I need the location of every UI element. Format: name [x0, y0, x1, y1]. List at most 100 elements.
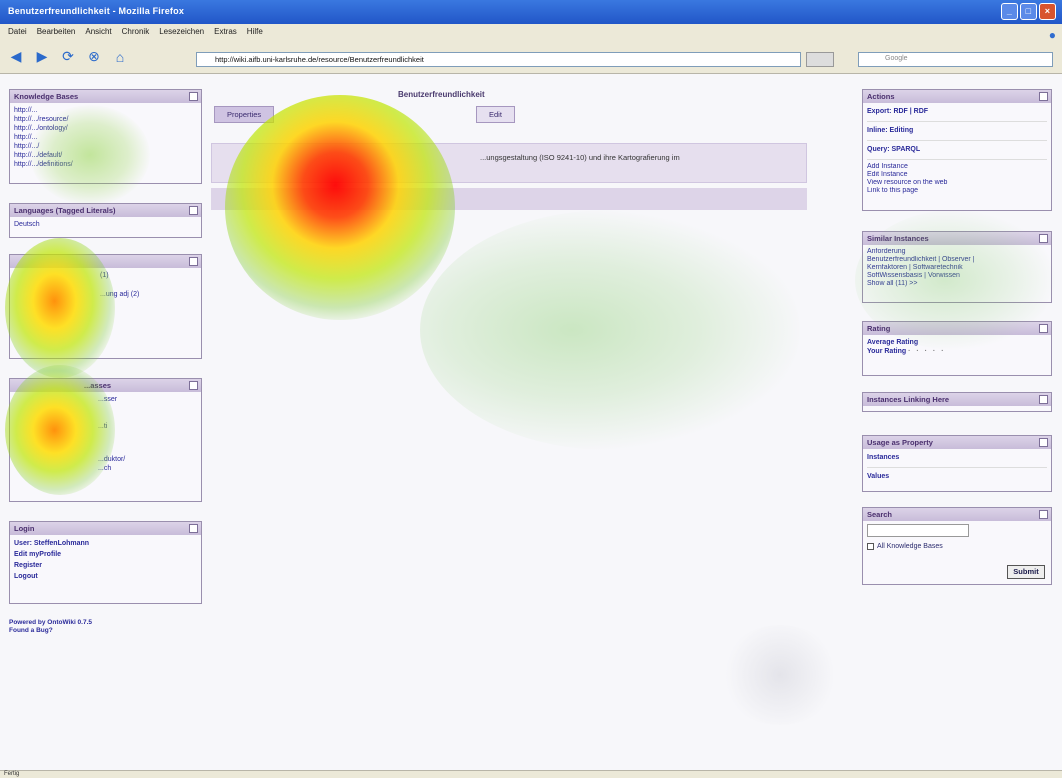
box-title: Actions	[867, 92, 895, 101]
minimize-button[interactable]: _	[1001, 3, 1018, 20]
window-title: Benutzerfreundlichkeit - Mozilla Firefox	[8, 6, 185, 16]
add-instance-link[interactable]: Add Instance	[867, 163, 1047, 171]
minimize-box-button[interactable]	[189, 257, 198, 266]
menu-history[interactable]: Chronik	[122, 27, 150, 37]
minimize-box-button[interactable]	[1039, 234, 1048, 243]
url-bar[interactable]: http://wiki.aifb.uni-karlsruhe.de/resour…	[196, 52, 801, 67]
forward-icon[interactable]: ▶	[32, 47, 52, 67]
register-link[interactable]: Register	[14, 560, 197, 571]
kb-link[interactable]: http://.../default/	[14, 151, 197, 160]
kb-search-input[interactable]	[867, 524, 969, 537]
tab-bar: Properties Edit	[214, 106, 515, 123]
similar-link[interactable]: Anforderung	[867, 248, 1047, 256]
instances-linking-box: Instances Linking Here	[862, 392, 1052, 412]
back-icon[interactable]: ◀	[6, 47, 26, 67]
minimize-box-button[interactable]	[1039, 438, 1048, 447]
page-title: Benutzerfreundlichkeit	[398, 90, 485, 99]
box-title: Instances Linking Here	[867, 395, 950, 404]
footer: Powered by OntoWiki 0.7.5 Found a Bug?	[9, 619, 92, 635]
kb-link[interactable]: http://.../resource/	[14, 115, 197, 124]
menu-edit[interactable]: Bearbeiten	[37, 27, 76, 37]
export-link[interactable]: Export: RDF | RDF	[867, 106, 1047, 118]
maximize-button[interactable]: □	[1020, 3, 1037, 20]
left-box-3: (1) ...ung adj (2)	[9, 254, 202, 359]
logout-link[interactable]: Logout	[14, 571, 197, 582]
box-title: Login	[14, 524, 35, 533]
similar-link[interactable]: SoftWissensbasis | Vorwissen	[867, 272, 1047, 280]
knowledge-bases-box: Knowledge Bases http://... http://.../re…	[9, 89, 202, 184]
web-search-input[interactable]: Google	[858, 52, 1053, 67]
link-to-page-link[interactable]: Link to this page	[867, 187, 1047, 195]
languages-box: Languages (Tagged Literals) Deutsch	[9, 203, 202, 238]
menu-view[interactable]: Ansicht	[85, 27, 111, 37]
usage-instances-link[interactable]: Instances	[867, 452, 1047, 464]
class-link[interactable]: ...ti	[98, 422, 197, 431]
box-title: Usage as Property	[867, 438, 933, 447]
class-link[interactable]: (1)	[100, 271, 197, 280]
all-kb-checkbox[interactable]	[867, 542, 874, 550]
usage-values-link[interactable]: Values	[867, 471, 1047, 483]
menu-bar: Datei Bearbeiten Ansicht Chronik Lesezei…	[0, 24, 1062, 40]
class-link[interactable]: ...duktor/	[98, 455, 197, 464]
kb-link[interactable]: http://.../	[14, 142, 197, 151]
show-all-link[interactable]: Show all (11) >>	[867, 280, 1047, 288]
home-icon[interactable]: ⌂	[110, 47, 130, 67]
powered-by-link[interactable]: Powered by OntoWiki 0.7.5	[9, 619, 92, 627]
similar-link[interactable]: Benutzerfreundlichkeit | Observer |	[867, 256, 1047, 264]
window-titlebar: Benutzerfreundlichkeit - Mozilla Firefox…	[0, 0, 1062, 24]
class-link[interactable]: ...sser	[98, 395, 197, 404]
edit-instance-link[interactable]: Edit Instance	[867, 171, 1047, 179]
rating-stars[interactable]: · · · · ·	[908, 348, 945, 355]
inline-editing-link[interactable]: Inline: Editing	[867, 125, 1047, 137]
menu-bookmarks[interactable]: Lesezeichen	[159, 27, 204, 37]
stop-icon[interactable]: ⊗	[84, 47, 104, 67]
view-on-web-link[interactable]: View resource on the web	[867, 179, 1047, 187]
minimize-box-button[interactable]	[1039, 324, 1048, 333]
minimize-box-button[interactable]	[1039, 92, 1048, 101]
left-box-4: ...asses ...sser ...ti ...duktor/ ...ch	[9, 378, 202, 502]
box-title: Similar Instances	[867, 234, 929, 243]
rating-box: Rating Average Rating Your Rating · · · …	[862, 321, 1052, 376]
submit-button[interactable]: Submit	[1007, 565, 1045, 579]
actions-box: Actions Export: RDF | RDF Inline: Editin…	[862, 89, 1052, 211]
similar-instances-box: Similar Instances Anforderung Benutzerfr…	[862, 231, 1052, 303]
minimize-box-button[interactable]	[189, 206, 198, 215]
minimize-box-button[interactable]	[189, 92, 198, 101]
kb-link[interactable]: http://...	[14, 133, 197, 142]
box-title: Knowledge Bases	[14, 92, 79, 101]
minimize-box-button[interactable]	[189, 381, 198, 390]
tab-properties[interactable]: Properties	[214, 106, 274, 123]
minimize-box-button[interactable]	[1039, 510, 1048, 519]
login-user: User: SteffenLohmann	[14, 540, 90, 547]
login-box: Login User: SteffenLohmann Edit myProfil…	[9, 521, 202, 604]
usage-box: Usage as Property Instances Values	[862, 435, 1052, 492]
description-text: ...ungsgestaltung (ISO 9241-10) und ihre…	[480, 153, 680, 162]
tab-edit[interactable]: Edit	[476, 106, 515, 123]
kb-link[interactable]: http://...	[14, 106, 197, 115]
all-kb-label: All Knowledge Bases	[877, 543, 943, 550]
menu-help[interactable]: Hilfe	[247, 27, 263, 37]
average-rating-label: Average Rating	[867, 339, 919, 346]
kb-link[interactable]: http://.../ontology/	[14, 124, 197, 133]
bug-link[interactable]: Found a Bug?	[9, 627, 92, 635]
menu-file[interactable]: Datei	[8, 27, 27, 37]
properties-panel	[211, 188, 807, 210]
status-text: Fertig	[4, 771, 20, 777]
similar-link[interactable]: Kernfaktoren | Softwaretechnik	[867, 264, 1047, 272]
box-title: Languages (Tagged Literals)	[14, 206, 116, 215]
class-link[interactable]: ...ch	[98, 464, 197, 473]
class-link[interactable]: ...ung adj (2)	[100, 290, 197, 299]
menu-tools[interactable]: Extras	[214, 27, 237, 37]
edit-profile-link[interactable]: Edit myProfile	[14, 549, 197, 560]
minimize-box-button[interactable]	[189, 524, 198, 533]
query-link[interactable]: Query: SPARQL	[867, 144, 1047, 156]
box-title: Rating	[867, 324, 891, 333]
go-button[interactable]	[806, 52, 834, 67]
minimize-box-button[interactable]	[1039, 395, 1048, 404]
box-title: Search	[867, 510, 893, 519]
kb-link[interactable]: http://.../definitions/	[14, 160, 197, 169]
language-item[interactable]: Deutsch	[14, 220, 197, 229]
reload-icon[interactable]: ⟳	[58, 47, 78, 67]
search-box: Search All Knowledge Bases Submit	[862, 507, 1052, 585]
close-button[interactable]: ×	[1039, 3, 1056, 20]
